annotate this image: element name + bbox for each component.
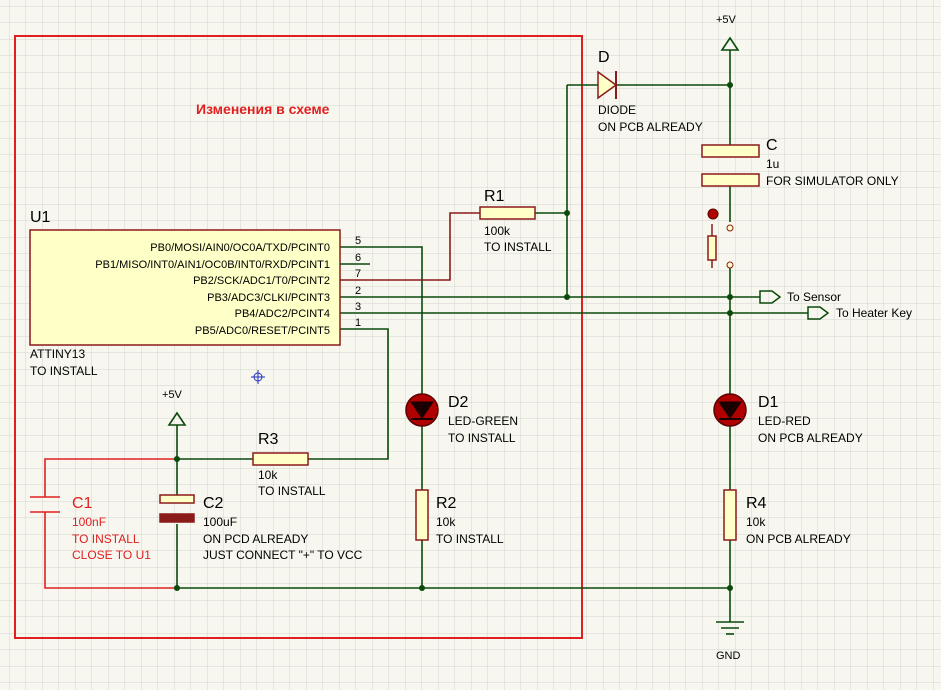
u1-pin-label: PB0/MOSI/AIN0/OC0A/TXD/PCINT0 bbox=[150, 242, 330, 254]
r4-value: 10k bbox=[746, 515, 766, 529]
r2-value: 10k bbox=[436, 515, 456, 529]
c2-value: 100uF bbox=[203, 515, 237, 529]
r1-ref: R1 bbox=[484, 188, 505, 205]
c-ref: C bbox=[766, 137, 778, 154]
u1-pin-label: PB4/ADC2/PCINT4 bbox=[235, 308, 330, 320]
junction-c2-gnd bbox=[174, 585, 180, 591]
u1-note: TO INSTALL bbox=[30, 364, 98, 378]
d-note: ON PCB ALREADY bbox=[598, 120, 703, 134]
r2-note: TO INSTALL bbox=[436, 532, 504, 546]
vcc-top-label: +5V bbox=[716, 14, 737, 26]
c-plate-top bbox=[701, 144, 760, 158]
changes-title: Изменения в схеме bbox=[196, 101, 330, 117]
vcc-left-label: +5V bbox=[162, 389, 183, 401]
r3-body bbox=[252, 452, 309, 466]
u1-pin-number: 2 bbox=[355, 285, 361, 297]
d1-note: ON PCB ALREADY bbox=[758, 431, 863, 445]
c1-value: 100nF bbox=[72, 515, 106, 529]
c2-note1: ON PCD ALREADY bbox=[203, 532, 308, 546]
r3-ref: R3 bbox=[258, 431, 279, 448]
d-ref: D bbox=[598, 49, 610, 66]
c2-plate-top bbox=[159, 494, 195, 504]
r4-ref: R4 bbox=[746, 495, 767, 512]
junction-heater bbox=[727, 310, 733, 316]
r3-value: 10k bbox=[258, 468, 278, 482]
r1-note: TO INSTALL bbox=[484, 240, 552, 254]
junction-diode bbox=[727, 82, 733, 88]
u1-pin-number: 6 bbox=[355, 252, 361, 264]
d-type: DIODE bbox=[598, 103, 636, 117]
r1-body bbox=[479, 206, 536, 220]
c-value: 1u bbox=[766, 157, 779, 171]
d1-type: LED-RED bbox=[758, 414, 811, 428]
d1-ref: D1 bbox=[758, 394, 779, 411]
c2-ref: C2 bbox=[203, 495, 224, 512]
junction-sensor-right bbox=[727, 294, 733, 300]
u1-ref: U1 bbox=[30, 209, 51, 226]
c-note: FOR SIMULATOR ONLY bbox=[766, 174, 899, 188]
r2-body bbox=[415, 489, 429, 541]
u1-pin-number: 5 bbox=[355, 235, 361, 247]
switch-contact-top bbox=[726, 224, 734, 232]
d2-type: LED-GREEN bbox=[448, 414, 518, 428]
c2-note2: JUST CONNECT "+" TO VCC bbox=[203, 548, 363, 562]
c1-note1: TO INSTALL bbox=[72, 532, 140, 546]
c-plate-bottom bbox=[701, 173, 760, 187]
u1-pin-label: PB1/MISO/INT0/AIN1/OC0B/INT0/RXD/PCINT1 bbox=[95, 259, 330, 271]
c1-ref: C1 bbox=[72, 495, 93, 512]
r2-ref: R2 bbox=[436, 495, 457, 512]
r4-body bbox=[723, 489, 737, 541]
switch-body bbox=[707, 235, 717, 261]
r1-value: 100k bbox=[484, 224, 511, 238]
u1-pin-label: PB2/SCK/ADC1/T0/PCINT2 bbox=[193, 275, 330, 287]
junction-r3 bbox=[174, 456, 180, 462]
switch-indicator-icon bbox=[707, 208, 719, 220]
c2-plate-bottom bbox=[159, 513, 195, 523]
u1-pin-label: PB3/ADC3/CLKI/PCINT3 bbox=[207, 292, 330, 304]
switch-contact-bottom bbox=[726, 261, 734, 269]
d2-note: TO INSTALL bbox=[448, 431, 516, 445]
u1-pin-number: 7 bbox=[355, 268, 361, 280]
junction-r2-gnd bbox=[419, 585, 425, 591]
r3-note: TO INSTALL bbox=[258, 484, 326, 498]
junction-sensor bbox=[564, 294, 570, 300]
junction-r1 bbox=[564, 210, 570, 216]
u1-pin-number: 3 bbox=[355, 301, 361, 313]
junction-r4-gnd bbox=[727, 585, 733, 591]
gnd-label: GND bbox=[716, 650, 741, 662]
c1-note2: CLOSE TO U1 bbox=[72, 548, 151, 562]
u1-pin-number: 1 bbox=[355, 317, 361, 329]
d2-ref: D2 bbox=[448, 394, 469, 411]
r4-note: ON PCB ALREADY bbox=[746, 532, 851, 546]
heater-port-label: To Heater Key bbox=[836, 306, 912, 320]
schematic-canvas[interactable]: Изменения в схеме U1 ATTINY13 TO INSTALL… bbox=[0, 0, 941, 690]
sensor-port-label: To Sensor bbox=[787, 290, 841, 304]
u1-part: ATTINY13 bbox=[30, 347, 85, 361]
u1-pin-label: PB5/ADC0/RESET/PCINT5 bbox=[195, 325, 330, 337]
